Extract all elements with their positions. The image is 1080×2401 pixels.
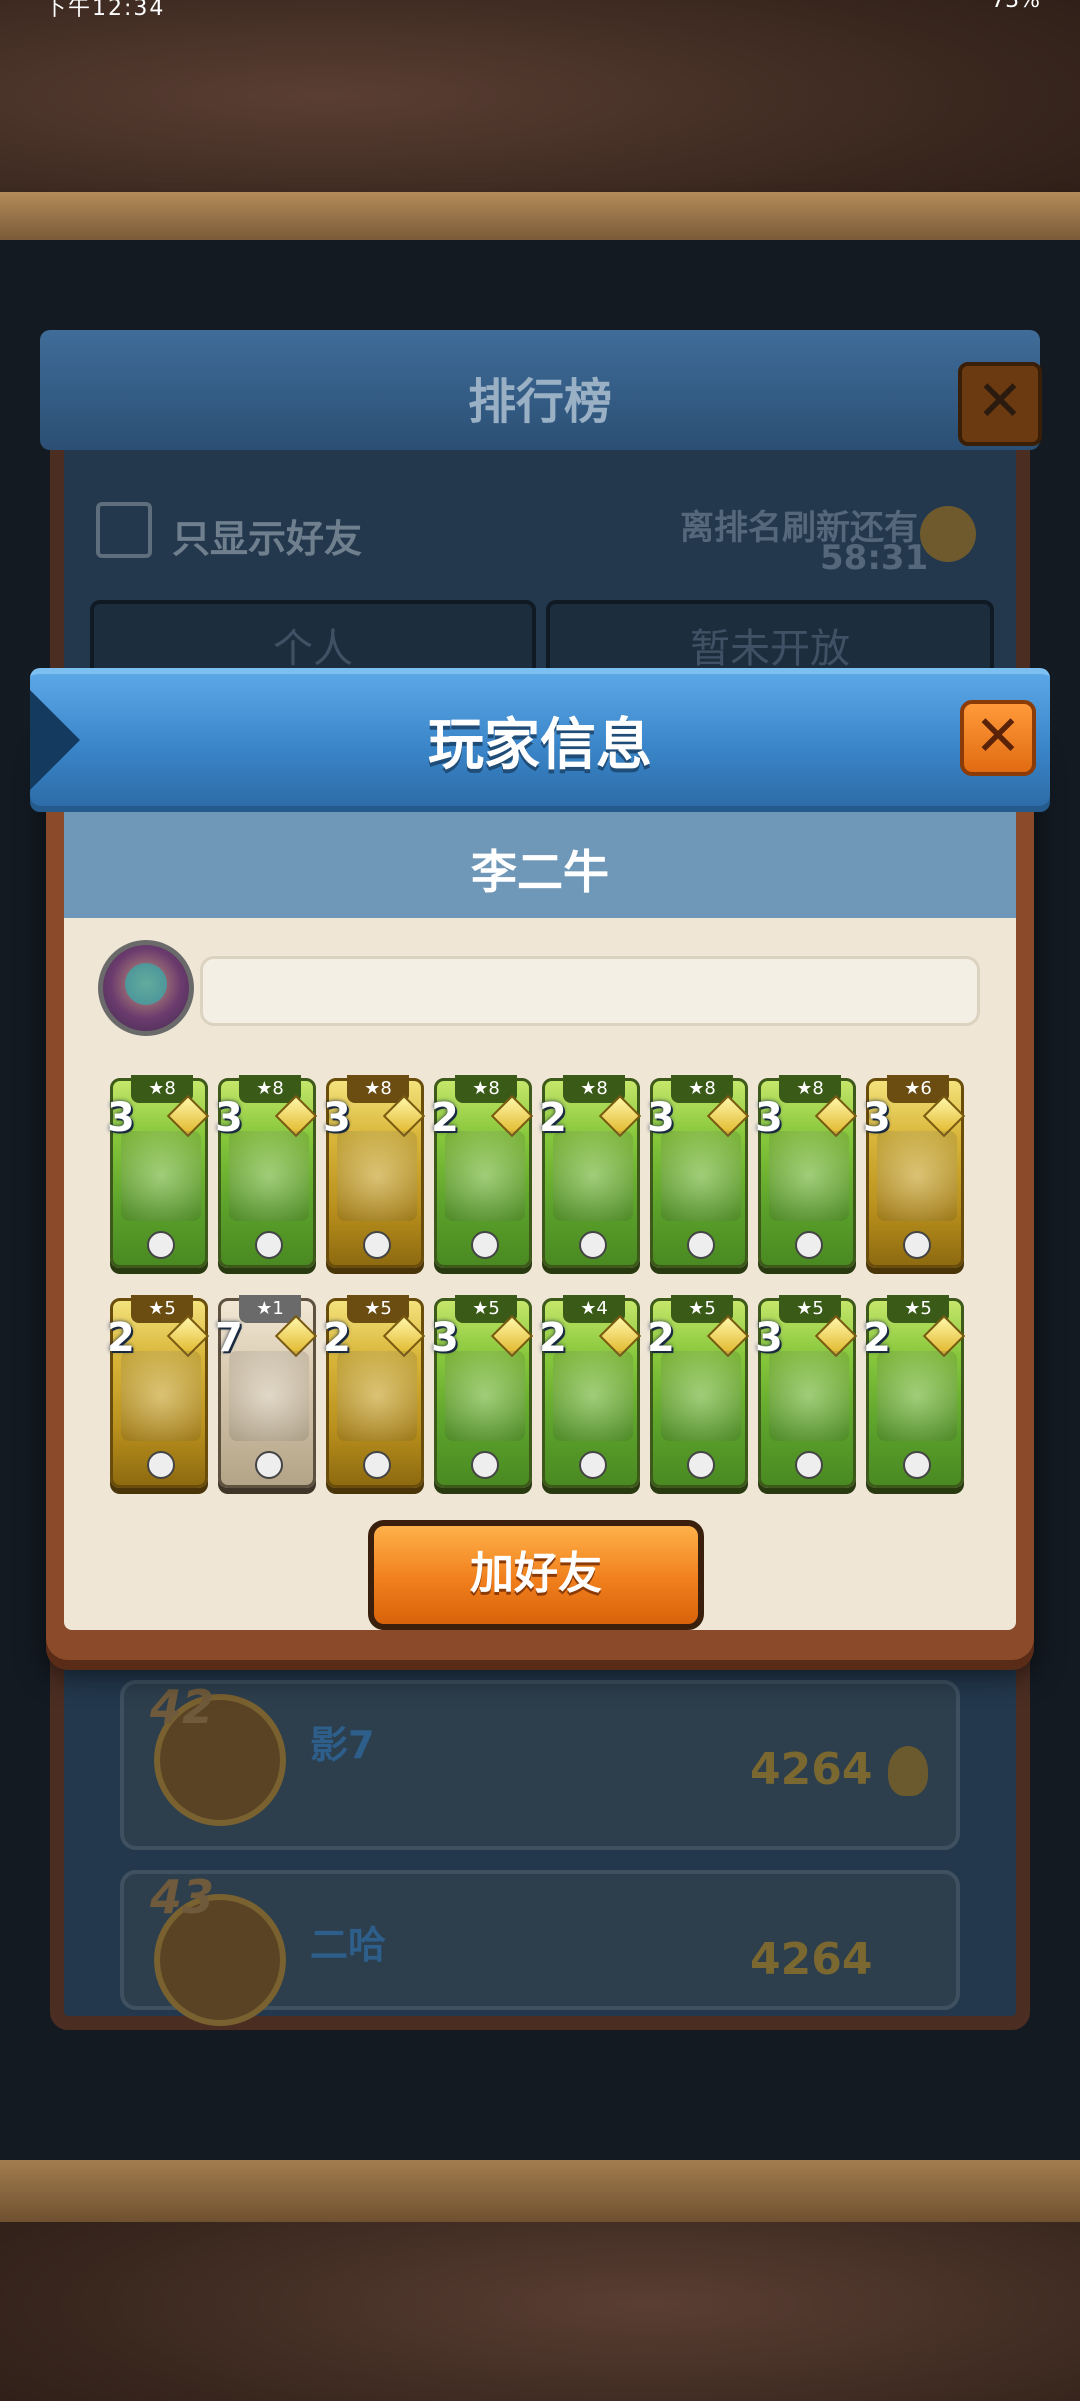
status-time: 下午12:34 xyxy=(44,0,166,21)
hero-card[interactable]: ★8 3 xyxy=(647,1075,750,1268)
role-icon xyxy=(255,1451,283,1479)
hero-portrait xyxy=(661,1351,741,1441)
role-icon xyxy=(147,1451,175,1479)
role-icon xyxy=(795,1231,823,1259)
score: 4264 xyxy=(750,1744,873,1795)
refresh-timer: 58:31 xyxy=(820,538,929,578)
hero-portrait xyxy=(229,1131,309,1221)
friends-only-checkbox[interactable] xyxy=(96,502,152,558)
role-icon xyxy=(255,1231,283,1259)
dialog-title: 玩家信息 xyxy=(428,713,652,778)
role-icon xyxy=(687,1231,715,1259)
hero-portrait xyxy=(121,1131,201,1221)
hero-card[interactable]: ★5 2 xyxy=(323,1295,426,1488)
medal-icon xyxy=(888,1746,928,1796)
friends-only-label: 只显示好友 xyxy=(172,517,363,561)
player-name: 影7 xyxy=(310,1723,375,1767)
hero-portrait xyxy=(769,1131,849,1221)
hero-card[interactable]: ★5 2 xyxy=(107,1295,210,1488)
role-icon xyxy=(471,1451,499,1479)
rank-number: 43 xyxy=(150,1870,215,1924)
hero-card[interactable]: ★5 3 xyxy=(431,1295,534,1488)
close-icon: ✕ xyxy=(974,704,1022,769)
role-icon xyxy=(471,1231,499,1259)
hero-portrait xyxy=(445,1351,525,1441)
player-signature xyxy=(200,956,980,1026)
role-icon xyxy=(903,1231,931,1259)
add-friend-button[interactable]: 加好友 xyxy=(368,1520,704,1630)
role-icon xyxy=(687,1451,715,1479)
top-wood-frame xyxy=(0,0,1080,240)
hero-portrait xyxy=(877,1131,957,1221)
bottom-wood-frame xyxy=(0,2160,1080,2401)
hero-portrait xyxy=(337,1131,417,1221)
hero-portrait xyxy=(445,1131,525,1221)
status-bar: 下午12:34 73% xyxy=(0,0,1080,21)
player-name-heading: 李二牛 xyxy=(471,845,609,899)
hero-card[interactable]: ★1 7 xyxy=(215,1295,318,1488)
close-button[interactable]: ✕ xyxy=(960,700,1036,776)
hero-card[interactable]: ★8 3 xyxy=(107,1075,210,1268)
battery-level: 73% xyxy=(991,0,1040,13)
hero-card[interactable]: ★5 3 xyxy=(755,1295,858,1488)
hero-card[interactable]: ★8 3 xyxy=(755,1075,858,1268)
hero-card[interactable]: ★5 2 xyxy=(863,1295,966,1488)
player-avatar xyxy=(98,940,194,1036)
role-icon xyxy=(363,1451,391,1479)
hero-portrait xyxy=(877,1351,957,1441)
role-icon xyxy=(579,1231,607,1259)
rank-number: 42 xyxy=(150,1680,215,1734)
hero-card[interactable]: ★6 3 xyxy=(863,1075,966,1268)
role-icon xyxy=(147,1231,175,1259)
leaderboard-close-icon[interactable]: ✕ xyxy=(958,362,1042,446)
hero-portrait xyxy=(553,1131,633,1221)
role-icon xyxy=(903,1451,931,1479)
hero-card[interactable]: ★8 2 xyxy=(431,1075,534,1268)
leaderboard-row[interactable]: 43 二哈 4264 xyxy=(120,1870,960,2026)
hero-card[interactable]: ★8 3 xyxy=(215,1075,318,1268)
hero-card[interactable]: ★8 2 xyxy=(539,1075,642,1268)
hero-portrait xyxy=(769,1351,849,1441)
hero-portrait xyxy=(121,1351,201,1441)
coin-icon xyxy=(920,506,976,562)
hero-card[interactable]: ★8 3 xyxy=(323,1075,426,1268)
hero-card[interactable]: ★4 2 xyxy=(539,1295,642,1488)
leaderboard-title: 排行榜 xyxy=(467,374,612,430)
leaderboard-row[interactable]: 42 影7 4264 xyxy=(120,1680,960,1850)
role-icon xyxy=(795,1451,823,1479)
role-icon xyxy=(363,1231,391,1259)
hero-portrait xyxy=(337,1351,417,1441)
player-name: 二哈 xyxy=(310,1923,387,1967)
role-icon xyxy=(579,1451,607,1479)
hero-portrait xyxy=(229,1351,309,1441)
hero-portrait xyxy=(553,1351,633,1441)
hero-card[interactable]: ★5 2 xyxy=(647,1295,750,1488)
score: 4264 xyxy=(750,1934,873,1985)
hero-portrait xyxy=(661,1131,741,1221)
